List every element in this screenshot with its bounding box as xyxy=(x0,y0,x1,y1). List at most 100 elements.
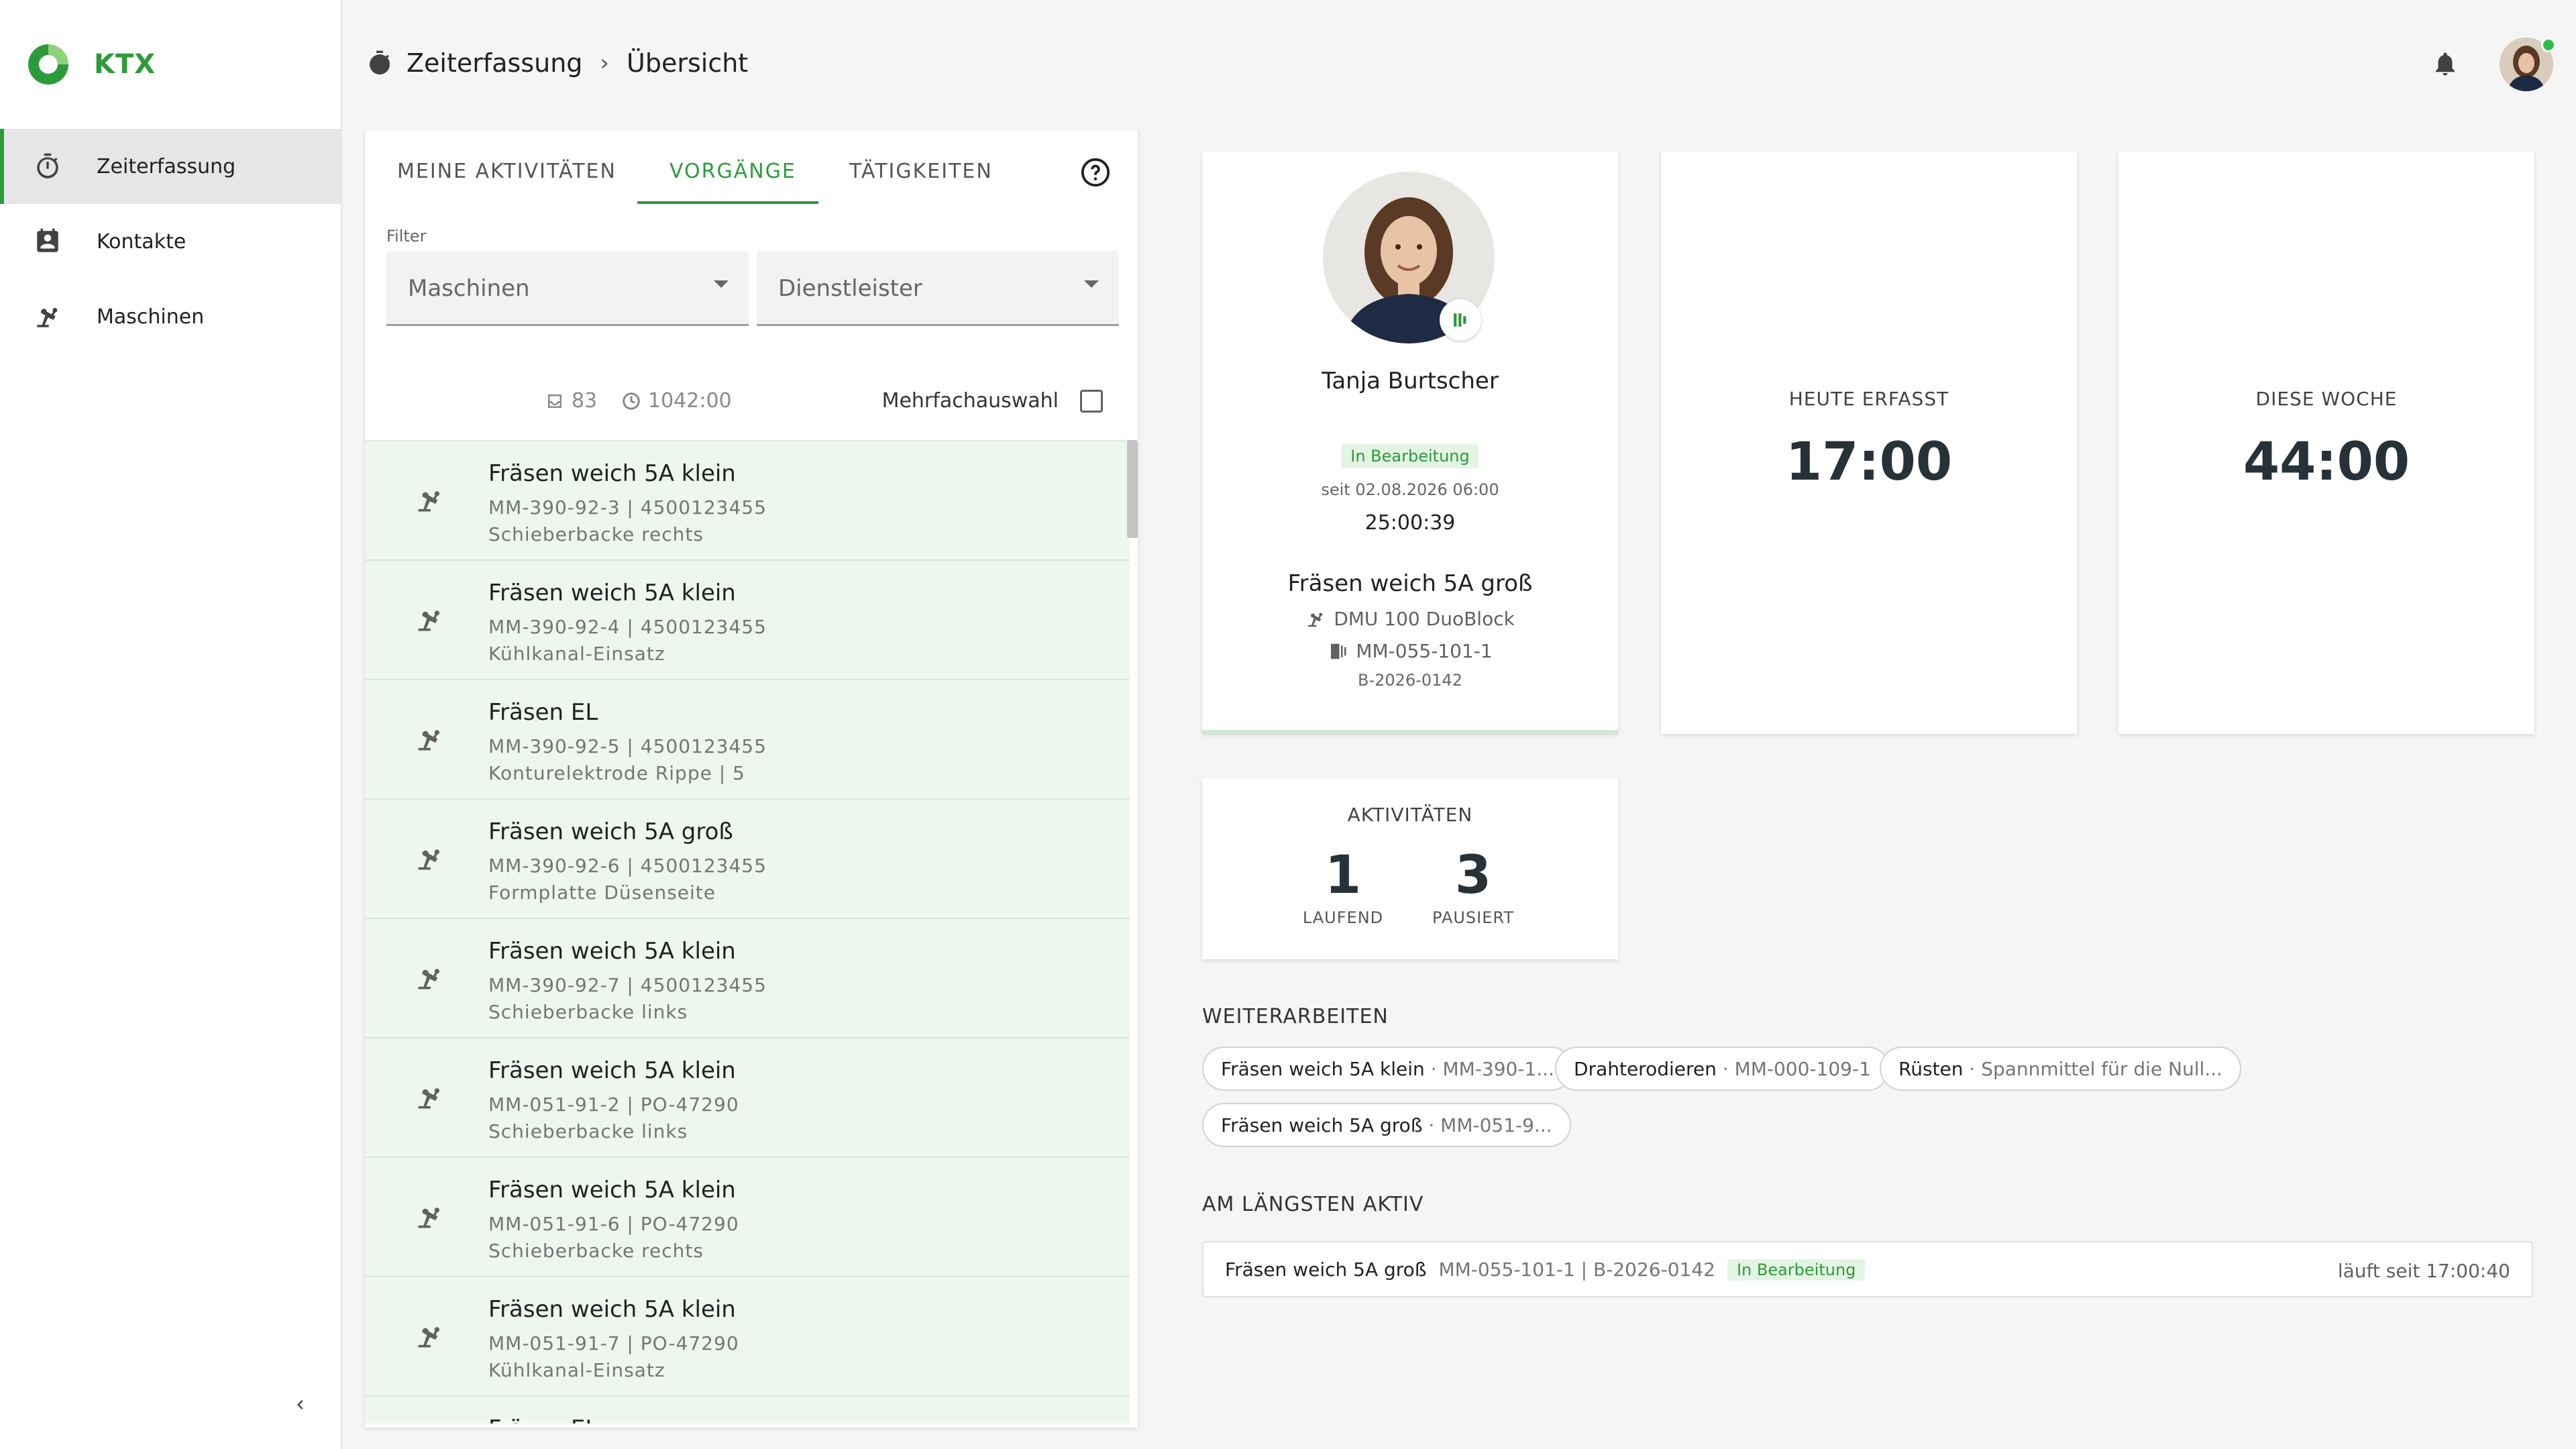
help-icon[interactable] xyxy=(1080,157,1111,188)
app-logo[interactable]: KTX xyxy=(25,42,156,87)
chip-detail: · MM-051-9... xyxy=(1428,1114,1552,1136)
tab-meine-aktivitaeten[interactable]: MEINE AKTIVITÄTEN xyxy=(397,160,616,183)
chip-label: Fräsen weich 5A groß xyxy=(1221,1114,1423,1136)
collapse-sidebar-button[interactable] xyxy=(287,1389,311,1421)
longest-task: Fräsen weich 5A groß xyxy=(1225,1258,1427,1281)
chip-label: Rüsten xyxy=(1898,1057,1964,1080)
list-item-title: Fräsen weich 5A groß xyxy=(488,818,733,845)
longest-active-row[interactable]: Fräsen weich 5A groß MM-055-101-1 | B-20… xyxy=(1202,1241,2533,1297)
continue-section-title: WEITERARBEITEN xyxy=(1202,1005,1389,1028)
sidebar-item-maschinen[interactable]: Maschinen xyxy=(0,279,341,354)
robot-arm-icon xyxy=(418,491,440,512)
tab-vorgaenge[interactable]: VORGÄNGE xyxy=(669,160,796,183)
list-item[interactable]: Fräsen EL MM-390-92-5 | 4500123455 Kontu… xyxy=(365,680,1130,800)
list-item-reference: MM-390-92-6 | 4500123455 xyxy=(488,855,767,877)
list-item[interactable]: Fräsen weich 5A klein MM-051-91-2 | PO-4… xyxy=(365,1038,1130,1158)
list-item[interactable]: Fräsen EL xyxy=(365,1397,1130,1424)
robot-arm-icon xyxy=(418,849,440,870)
list-item[interactable]: Fräsen weich 5A groß MM-390-92-6 | 45001… xyxy=(365,800,1130,919)
clock-icon xyxy=(623,392,640,410)
activities-title: AKTIVITÄTEN xyxy=(1347,804,1473,826)
sidebar: KTX Zeiterfassung Kontakte Maschinen xyxy=(0,0,342,1449)
paused-label: PAUSIERT xyxy=(1432,908,1514,927)
today-value: 17:00 xyxy=(1785,432,1953,492)
task-title: Fräsen weich 5A groß xyxy=(1287,570,1533,597)
total-hours-value: 1042:00 xyxy=(648,389,732,413)
vorgaenge-list: Fräsen weich 5A klein MM-390-92-3 | 4500… xyxy=(365,440,1130,1424)
robot-arm-icon xyxy=(1307,612,1323,627)
part-info: MM-055-101-1 xyxy=(1202,640,1618,662)
list-item-title: Fräsen weich 5A klein xyxy=(488,1296,736,1323)
ktx-logo-icon xyxy=(28,44,68,85)
list-item-reference: MM-051-91-7 | PO-47290 xyxy=(488,1332,739,1354)
header: Zeiterfassung › Übersicht xyxy=(342,0,2576,127)
active-tab-indicator xyxy=(637,201,818,204)
stopwatch-icon xyxy=(370,50,390,75)
part-icon xyxy=(1331,643,1346,659)
continue-chip[interactable]: Fräsen weich 5A groß · MM-051-9... xyxy=(1202,1103,1571,1147)
employee-name: Tanja Burtscher xyxy=(1322,368,1499,394)
list-item[interactable]: Fräsen weich 5A klein MM-051-91-6 | PO-4… xyxy=(365,1158,1130,1277)
list-scrollbar[interactable] xyxy=(1127,440,1138,538)
chip-label: Drahterodieren xyxy=(1574,1057,1717,1080)
machine-name: DMU 100 DuoBlock xyxy=(1334,608,1515,630)
running-count: 1 xyxy=(1324,845,1362,906)
item-count-value: 83 xyxy=(572,389,598,413)
list-item-title: Fräsen weich 5A klein xyxy=(488,580,736,606)
contact-card-icon xyxy=(37,228,58,252)
robot-arm-icon xyxy=(418,1327,440,1348)
robot-arm-icon xyxy=(418,969,440,989)
continue-chip[interactable]: Fräsen weich 5A klein · MM-390-1... xyxy=(1202,1046,1573,1091)
order-number: B-2026-0142 xyxy=(1358,671,1462,690)
robot-arm-icon xyxy=(37,307,58,327)
list-item-reference: MM-390-92-3 | 4500123455 xyxy=(488,496,767,519)
machines-filter-select[interactable]: Maschinen xyxy=(386,251,749,326)
total-hours: 1042:00 xyxy=(621,389,732,413)
multiselect-toggle[interactable]: Mehrfachauswahl xyxy=(882,389,1103,413)
list-item-reference: MM-051-91-6 | PO-47290 xyxy=(488,1213,739,1235)
active-activity-card[interactable]: Tanja Burtscher In Bearbeitung seit 02.0… xyxy=(1202,152,1618,734)
list-item[interactable]: Fräsen weich 5A klein MM-390-92-4 | 4500… xyxy=(365,561,1130,680)
list-item-title: Fräsen weich 5A klein xyxy=(488,938,736,965)
pause-button[interactable] xyxy=(1440,299,1481,341)
list-item-part: Formplatte Düsenseite xyxy=(488,881,716,904)
multiselect-label: Mehrfachauswahl xyxy=(881,389,1059,413)
list-item-part: Schieberbacke rechts xyxy=(488,1240,704,1262)
robot-arm-icon xyxy=(418,1088,440,1109)
sidebar-item-kontakte[interactable]: Kontakte xyxy=(0,204,341,279)
breadcrumb-item-current: Übersicht xyxy=(627,48,749,78)
status-badge: In Bearbeitung xyxy=(1341,444,1479,468)
longest-active-title: AM LÄNGSTEN AKTIV xyxy=(1202,1193,1424,1216)
stopwatch-icon xyxy=(37,153,58,178)
item-count: 83 xyxy=(545,389,597,413)
continue-chip[interactable]: Rüsten · Spannmittel für die Null... xyxy=(1880,1046,2241,1091)
sidebar-item-label: Zeiterfassung xyxy=(97,154,236,178)
multiselect-checkbox[interactable] xyxy=(1080,389,1103,413)
list-item-reference: MM-390-92-5 | 4500123455 xyxy=(488,735,767,757)
list-item[interactable]: Fräsen weich 5A klein MM-390-92-7 | 4500… xyxy=(365,919,1130,1038)
tab-taetigkeiten[interactable]: TÄTIGKEITEN xyxy=(849,160,993,183)
chevron-left-icon xyxy=(297,1400,303,1409)
continue-chip[interactable]: Drahterodieren · MM-000-109-1 xyxy=(1555,1046,1890,1091)
bell-icon[interactable] xyxy=(2431,50,2459,78)
app-name: KTX xyxy=(94,49,156,80)
robot-arm-icon xyxy=(418,730,440,751)
list-item[interactable]: Fräsen weich 5A klein MM-051-91-7 | PO-4… xyxy=(365,1277,1130,1397)
elapsed-timer: 25:00:39 xyxy=(1364,511,1456,535)
list-item-part: Schieberbacke links xyxy=(488,1120,688,1142)
robot-arm-icon xyxy=(418,610,440,631)
sidebar-item-zeiterfassung[interactable]: Zeiterfassung xyxy=(0,129,341,204)
list-item-part: Schieberbacke rechts xyxy=(488,523,704,545)
running-label: LAUFEND xyxy=(1302,908,1384,927)
week-value: 44:00 xyxy=(2243,432,2410,492)
service-provider-filter-select[interactable]: Dienstleister xyxy=(757,251,1119,326)
list-item[interactable]: Fräsen weich 5A klein MM-390-92-3 | 4500… xyxy=(365,441,1130,561)
longest-active-info: Fräsen weich 5A groß MM-055-101-1 | B-20… xyxy=(1225,1258,1866,1281)
sidebar-nav: Zeiterfassung Kontakte Maschinen xyxy=(0,129,341,354)
dropdown-arrow-icon xyxy=(714,280,729,288)
longest-running-time: läuft seit 17:00:40 xyxy=(2337,1260,2510,1282)
breadcrumb-item-zeiterfassung[interactable]: Zeiterfassung xyxy=(407,48,582,78)
select-value: Dienstleister xyxy=(778,275,922,302)
breadcrumb: Zeiterfassung › Übersicht xyxy=(366,48,748,78)
list-item-part: Kühlkanal-Einsatz xyxy=(488,1359,665,1381)
